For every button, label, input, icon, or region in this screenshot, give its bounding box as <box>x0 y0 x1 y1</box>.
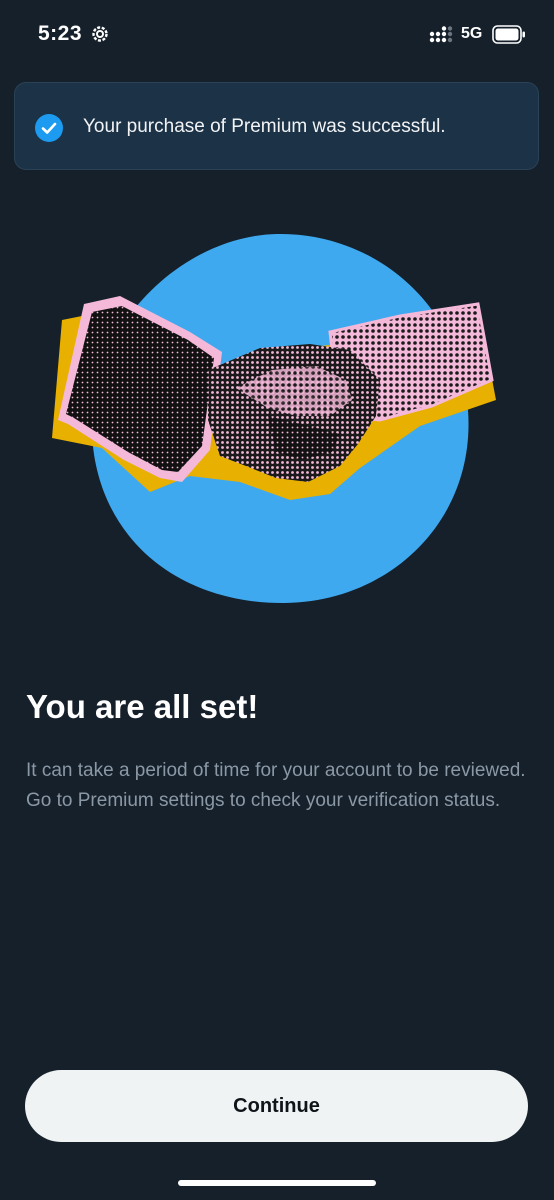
status-bar: 5:23 5G <box>0 0 554 70</box>
signal-icon <box>429 26 453 43</box>
status-time: 5:23 <box>38 22 83 45</box>
battery-icon <box>492 25 525 44</box>
network-type: 5G <box>461 25 483 42</box>
purchase-success-toast: Your purchase of Premium was successful. <box>14 82 539 170</box>
continue-button[interactable]: Continue <box>25 1070 528 1142</box>
handshake-illustration <box>52 233 496 604</box>
home-indicator[interactable] <box>178 1180 376 1186</box>
page-title: You are all set! <box>26 688 259 725</box>
check-circle-icon <box>35 114 63 142</box>
gear-icon <box>92 26 108 42</box>
toast-message: Your purchase of Premium was successful. <box>83 116 446 137</box>
description-text: It can take a period of time for your ac… <box>26 760 526 811</box>
